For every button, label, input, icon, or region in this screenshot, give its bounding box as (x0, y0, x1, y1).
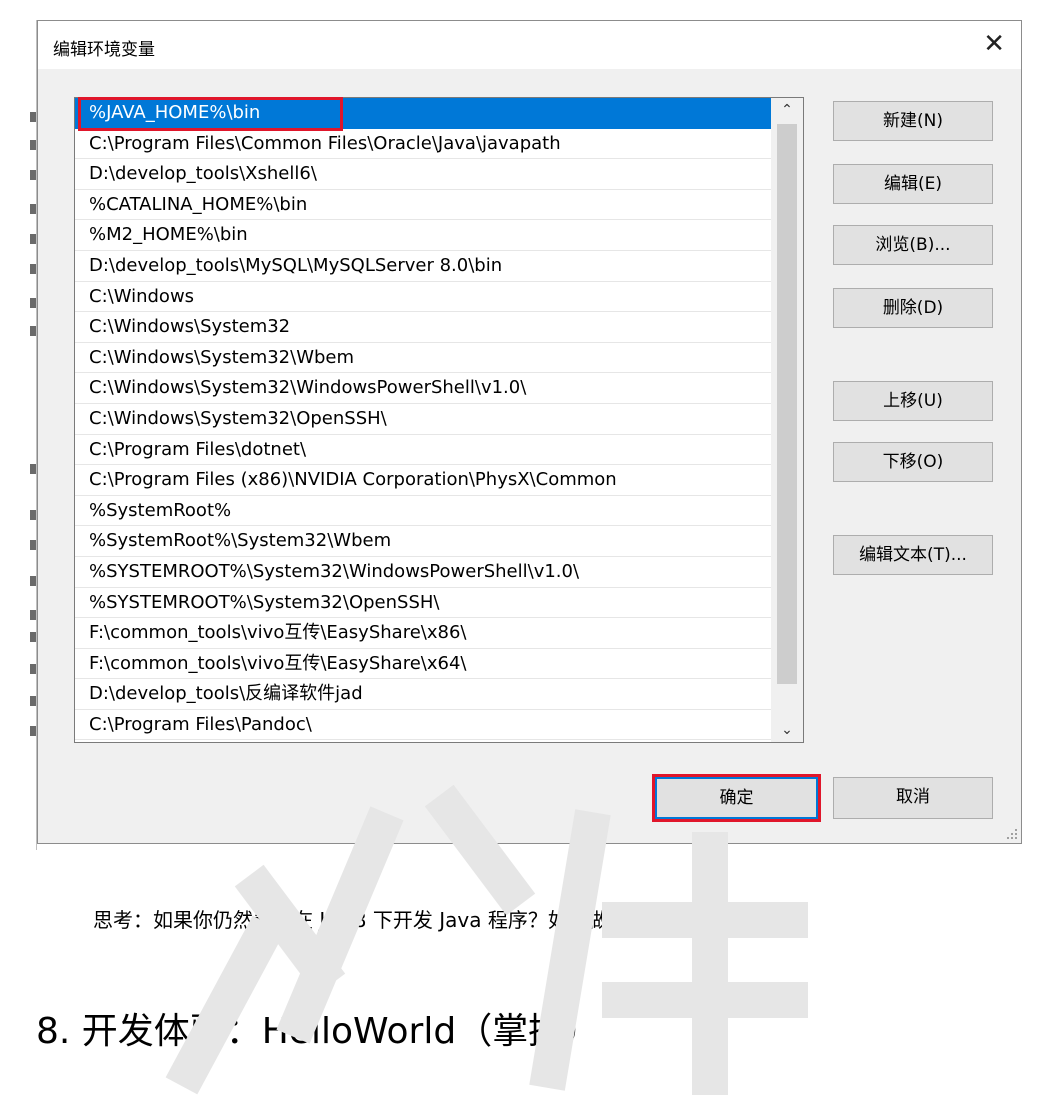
path-list-item[interactable]: C:\Program Files\dotnet\ (75, 435, 803, 466)
background-window-edge (0, 20, 37, 850)
path-list-item[interactable]: D:\develop_tools\Xshell6\ (75, 159, 803, 190)
cancel-button[interactable]: 取消 (833, 777, 993, 819)
scroll-up-icon[interactable]: ⌃ (771, 98, 803, 122)
path-list-item[interactable]: C:\Program Files (x86)\NVIDIA Corporatio… (75, 465, 803, 496)
scroll-thumb[interactable] (777, 124, 797, 684)
path-list-item[interactable]: %SystemRoot% (75, 496, 803, 527)
path-list-item[interactable]: D:\develop_tools\MySQL\MySQLServer 8.0\b… (75, 251, 803, 282)
path-list-item[interactable]: %SYSTEMROOT%\System32\WindowsPowerShell\… (75, 557, 803, 588)
highlight-box-java-home (78, 97, 343, 131)
close-icon[interactable]: ✕ (983, 29, 1005, 59)
dialog-title: 编辑环境变量 (53, 40, 155, 60)
path-list-item[interactable]: C:\Windows\System32\WindowsPowerShell\v1… (75, 373, 803, 404)
path-list-item[interactable]: %M2_HOME%\bin (75, 220, 803, 251)
path-list-item[interactable]: C:\Program Files\Pandoc\ (75, 710, 803, 741)
vertical-scrollbar[interactable]: ⌃ ⌄ (771, 98, 803, 742)
path-list-item[interactable]: C:\Program Files\Common Files\Oracle\Jav… (75, 129, 803, 160)
path-list-item[interactable]: C:\Windows\System32\Wbem (75, 343, 803, 374)
path-list-item[interactable]: C:\Windows (75, 282, 803, 313)
section-heading: 8. 开发体验：HelloWorld（掌握） (36, 1011, 601, 1052)
edit-button[interactable]: 编辑(E) (833, 164, 993, 204)
scroll-down-icon[interactable]: ⌄ (771, 718, 803, 742)
edit-text-button[interactable]: 编辑文本(T)... (833, 535, 993, 575)
page: 编辑环境变量 ✕ %JAVA_HOME%\bin C:\Program Files… (0, 0, 1054, 1095)
edit-environment-variable-dialog: 编辑环境变量 ✕ %JAVA_HOME%\bin C:\Program Files… (37, 20, 1022, 844)
resize-grip-icon[interactable] (1005, 827, 1017, 839)
ok-button[interactable]: 确定 (652, 774, 821, 822)
path-list[interactable]: %JAVA_HOME%\bin C:\Program Files\Common F… (74, 97, 804, 743)
path-list-item[interactable]: %SYSTEMROOT%\System32\OpenSSH\ (75, 588, 803, 619)
path-list-item[interactable]: C:\Windows\System32 (75, 312, 803, 343)
path-list-item[interactable]: %SystemRoot%\System32\Wbem (75, 526, 803, 557)
path-list-item[interactable]: F:\common_tools\vivo互传\EasyShare\x64\ (75, 649, 803, 680)
path-rows: %JAVA_HOME%\bin C:\Program Files\Common F… (75, 98, 803, 741)
delete-button[interactable]: 删除(D) (833, 288, 993, 328)
new-button[interactable]: 新建(N) (833, 101, 993, 141)
path-list-item[interactable]: F:\common_tools\vivo互传\EasyShare\x86\ (75, 618, 803, 649)
path-list-item[interactable]: D:\develop_tools\反编译软件jad (75, 679, 803, 710)
browse-button[interactable]: 浏览(B)... (833, 225, 993, 265)
move-down-button[interactable]: 下移(O) (833, 442, 993, 482)
title-bar: 编辑环境变量 ✕ (38, 21, 1021, 69)
move-up-button[interactable]: 上移(U) (833, 381, 993, 421)
think-question-text: 思考：如果你仍然希望在 JDK8 下开发 Java 程序？如何做呢？ (93, 908, 648, 932)
path-list-item[interactable]: C:\Windows\System32\OpenSSH\ (75, 404, 803, 435)
path-list-item[interactable]: %CATALINA_HOME%\bin (75, 190, 803, 221)
